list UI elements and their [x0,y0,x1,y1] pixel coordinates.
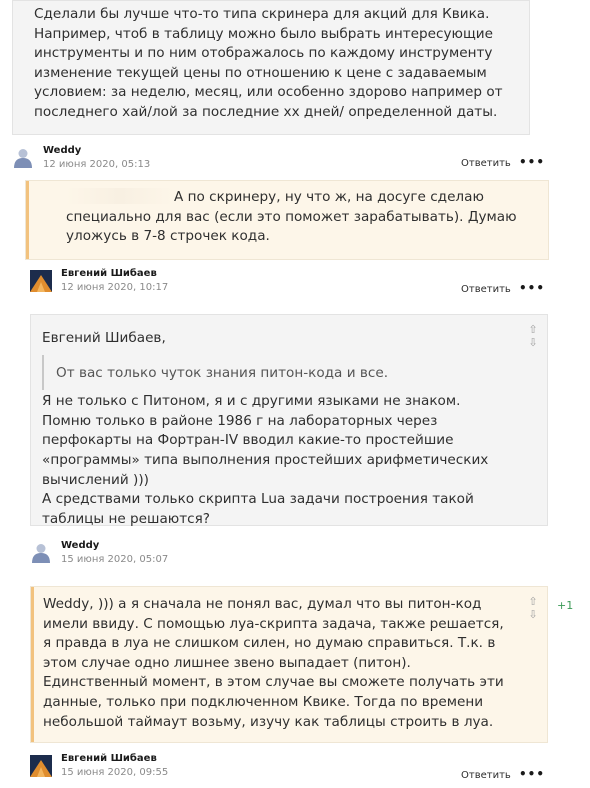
comment-date: 12 июня 2020, 05:13 [43,159,151,170]
quote-text: От вас только чуток знания питон-кода и … [56,364,389,381]
comment-salutation: Евгений Шибаев, [42,330,166,346]
comment-body-0: Сделали бы лучше что-то типа скринера дл… [12,0,530,135]
more-options-button[interactable]: ••• [519,281,545,295]
vote-up-icon[interactable]: ⇧ [527,323,539,336]
comment-author[interactable]: Weddy [43,145,81,156]
vote-controls: ⇧ ⇩ [527,323,539,349]
comment-meta-2: Евгений Шибаев 12 июня 2020, 10:17 Ответ… [30,268,544,304]
comment-author[interactable]: Weddy [61,540,99,551]
vote-down-icon[interactable]: ⇩ [527,336,539,349]
redacted-mention [66,188,174,204]
user-avatar-icon[interactable] [12,147,34,169]
quote-block: От вас только чуток знания питон-кода и … [42,354,517,391]
comment-meta-4: Евгений Шибаев 15 июня 2020, 09:55 Ответ… [30,753,544,788]
comment-date: 12 июня 2020, 10:17 [61,282,169,293]
comment-date: 15 июня 2020, 09:55 [61,767,169,778]
comment-body-1: А по скринеру, ну что ж, на досуге сдела… [25,180,549,260]
comment-score: +1 [557,599,574,612]
user-avatar-icon[interactable] [30,755,52,777]
accent-bar [26,181,29,259]
vote-up-icon[interactable]: ⇧ [527,595,539,608]
more-options-button[interactable]: ••• [519,155,545,169]
comment-body-3: Weddy, ))) а я сначала не понял вас, дум… [30,586,548,743]
more-options-button[interactable]: ••• [519,767,545,781]
comment-author[interactable]: Евгений Шибаев [61,753,157,764]
vote-down-icon[interactable]: ⇩ [527,608,539,621]
comment-body-2: Евгений Шибаев, От вас только чуток знан… [30,314,548,527]
reply-button[interactable]: Ответить [461,158,511,169]
vote-controls: ⇧ ⇩ [527,595,539,621]
accent-bar [31,587,34,742]
comment-text: Я не только с Питоном, я и с другими язы… [42,393,489,527]
comment-meta-3: Weddy 15 июня 2020, 05:07 [30,540,540,576]
comment-author[interactable]: Евгений Шибаев [61,268,157,279]
comment-text: Weddy, ))) а я сначала не понял вас, дум… [43,596,504,730]
comment-date: 15 июня 2020, 05:07 [61,554,169,565]
user-avatar-icon[interactable] [30,270,52,292]
user-avatar-icon[interactable] [30,542,52,564]
reply-button[interactable]: Ответить [461,770,511,781]
comment-meta-1: Weddy 12 июня 2020, 05:13 Ответить ••• [12,145,544,181]
comment-text: А по скринеру, ну что ж, на досуге сдела… [66,188,517,245]
comment-text: Сделали бы лучше что-то типа скринера дл… [34,6,503,120]
reply-button[interactable]: Ответить [461,284,511,295]
